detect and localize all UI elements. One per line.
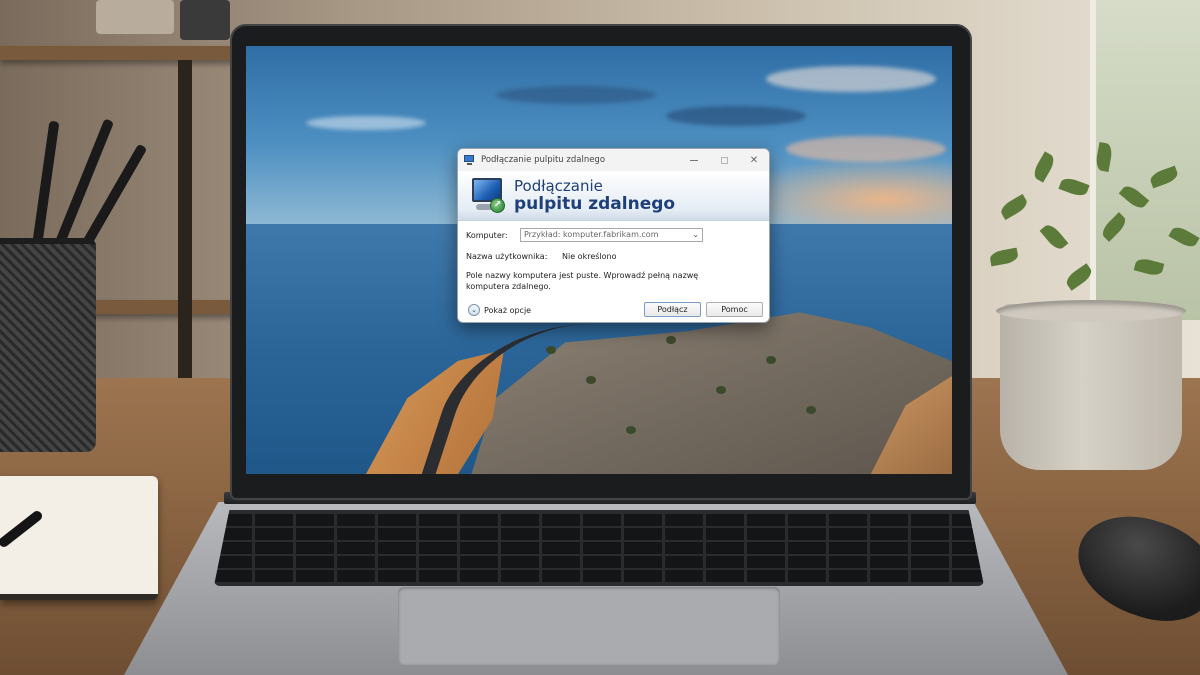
help-button[interactable]: Pomoc [706, 302, 763, 317]
dialog-titlebar[interactable]: Podłączanie pulpitu zdalnego ✕ [458, 149, 769, 171]
laptop-keyboard [214, 510, 984, 586]
remote-desktop-dialog: Podłączanie pulpitu zdalnego ✕ ↗ Podłącz… [457, 148, 770, 323]
wallpaper-shrub [586, 376, 596, 384]
computer-input-placeholder[interactable]: Przykład: komputer.fabrikam.com [524, 230, 659, 239]
wallpaper-shrub [546, 346, 556, 354]
shelf-item [96, 0, 174, 34]
keyboard-row [214, 570, 984, 582]
close-button[interactable]: ✕ [739, 149, 769, 171]
computer-combobox[interactable]: Przykład: komputer.fabrikam.com ⌄ [520, 228, 703, 242]
pen-holder [0, 238, 96, 452]
username-label: Nazwa użytkownika: [466, 252, 548, 261]
wallpaper-cloud [666, 106, 806, 126]
plant-pot [1000, 304, 1182, 470]
wallpaper-shrub [666, 336, 676, 344]
wallpaper-cloud [306, 116, 426, 130]
remote-desktop-icon [464, 154, 476, 166]
minimize-button[interactable] [679, 149, 709, 171]
computer-label: Komputer: [466, 231, 508, 240]
minimize-icon [690, 159, 698, 161]
wallpaper-cloud [766, 66, 936, 92]
background-shelf-post [178, 60, 192, 380]
username-value: Nie określono [562, 252, 617, 261]
background-shelf-top [0, 46, 235, 60]
chevron-down-icon[interactable]: ⌄ [692, 230, 699, 239]
validation-message: Pole nazwy komputera jest puste. Wprowad… [466, 271, 699, 291]
keyboard-row [214, 528, 984, 540]
show-options-label[interactable]: Pokaż opcje [484, 306, 531, 315]
wallpaper-shrub [626, 426, 636, 434]
dialog-title: Podłączanie pulpitu zdalnego [481, 155, 606, 165]
connect-button[interactable]: Podłącz [644, 302, 701, 317]
wallpaper-shrub [806, 406, 816, 414]
dialog-banner: ↗ Podłączanie pulpitu zdalnego [458, 171, 769, 221]
wallpaper-shrub [716, 386, 726, 394]
laptop-trackpad [398, 587, 780, 665]
wallpaper-shrub [766, 356, 776, 364]
maximize-icon [720, 156, 728, 164]
keyboard-row [214, 514, 984, 526]
keyboard-row [214, 542, 984, 554]
chevron-down-circle-icon[interactable]: ⌄ [468, 304, 480, 316]
shelf-item [180, 0, 230, 40]
maximize-button [709, 149, 739, 171]
banner-title-line1: Podłączanie [514, 177, 603, 195]
notebook [0, 476, 158, 600]
keyboard-row [214, 556, 984, 568]
show-options-toggle[interactable]: ⌄ Pokaż opcje [468, 304, 531, 316]
remote-desktop-connection-icon: ↗ [470, 178, 508, 214]
banner-title-line2: pulpitu zdalnego [514, 194, 676, 214]
wallpaper-cloud [496, 86, 656, 104]
plant-pot-rim [996, 300, 1186, 322]
